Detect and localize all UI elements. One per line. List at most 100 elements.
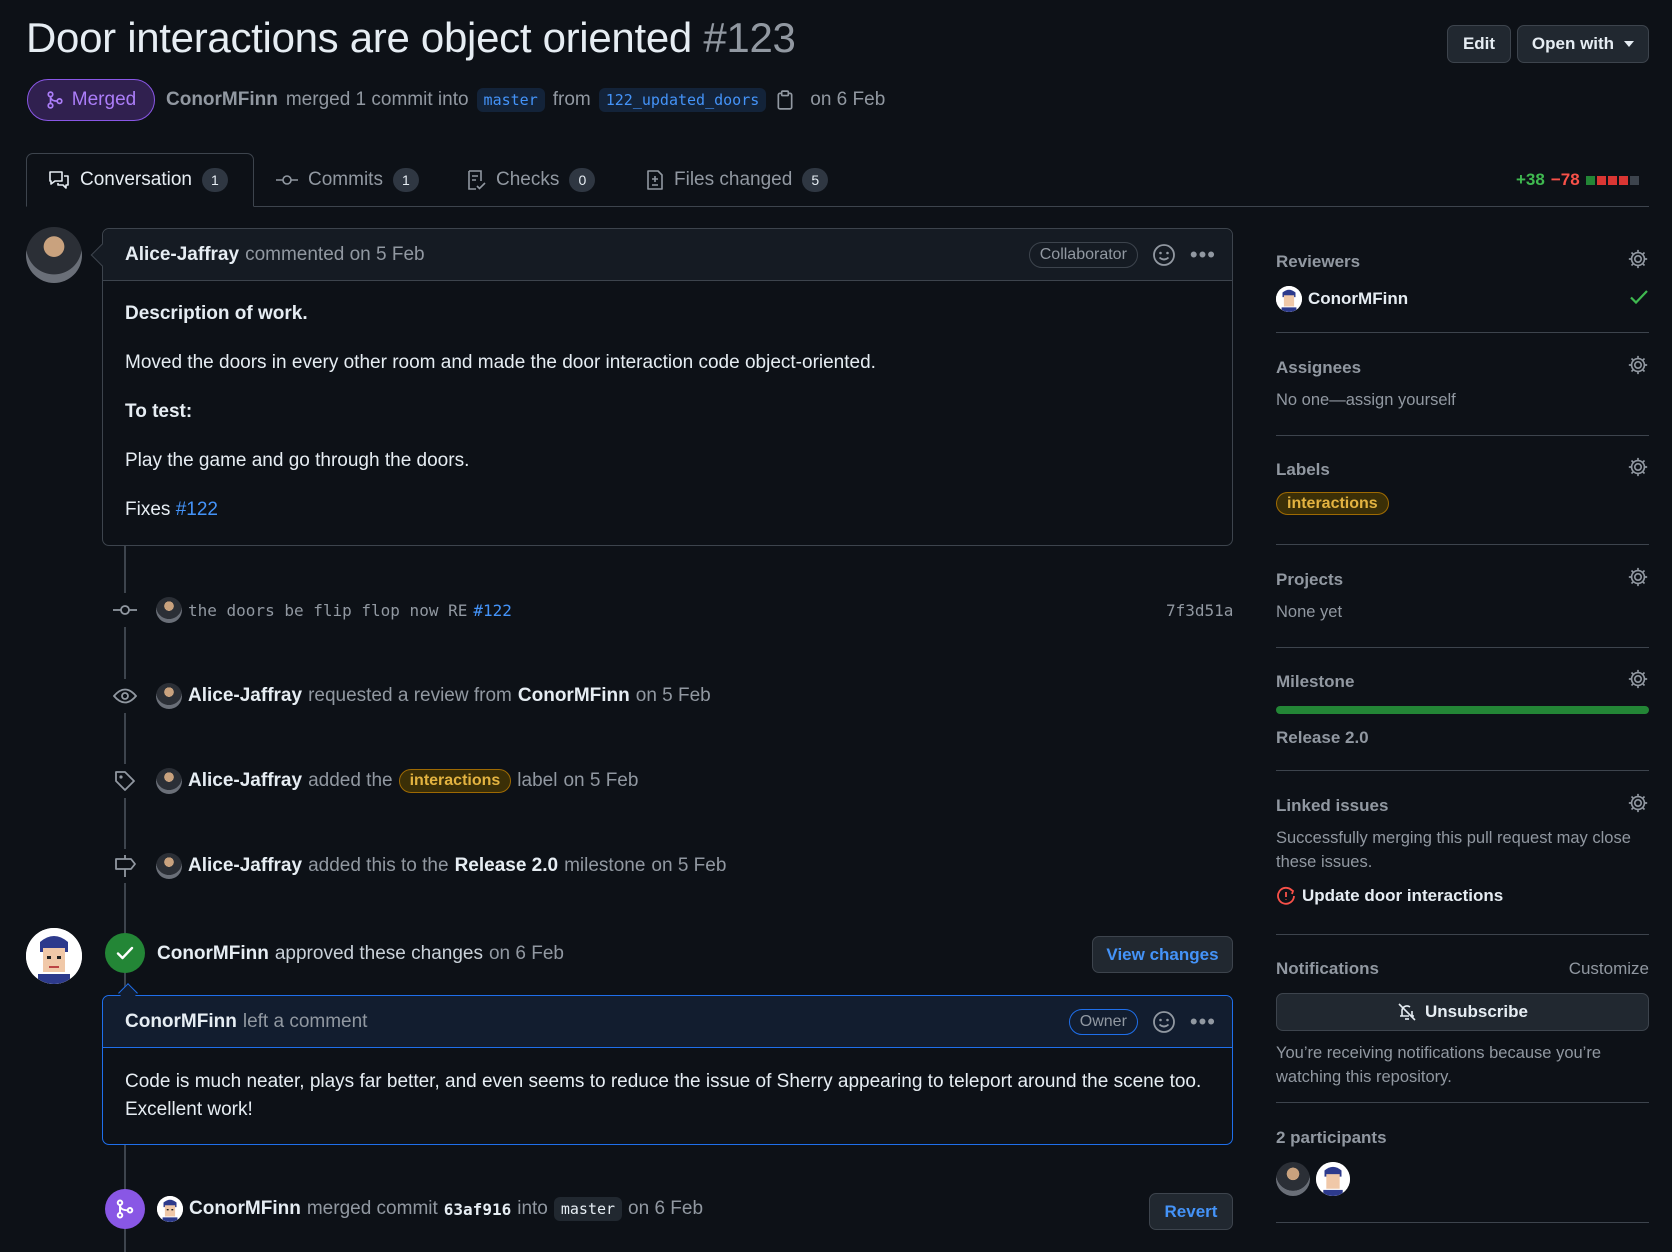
alice-avatar-small[interactable] bbox=[1276, 1162, 1310, 1196]
sidebar-linked-issues: Linked issues Successfully merging this … bbox=[1276, 793, 1649, 906]
kebab-menu-icon[interactable]: ••• bbox=[1190, 244, 1216, 266]
reviewers-title[interactable]: Reviewers bbox=[1276, 252, 1649, 272]
event-actor[interactable]: Alice-Jaffray bbox=[188, 770, 302, 792]
kebab-menu-icon[interactable]: ••• bbox=[1190, 1011, 1216, 1033]
gear-icon[interactable] bbox=[1627, 248, 1649, 270]
sidebar-divider bbox=[1276, 544, 1649, 545]
customize-link[interactable]: Customize bbox=[1569, 959, 1649, 979]
linked-issue-title: Update door interactions bbox=[1302, 886, 1504, 905]
smiley-icon[interactable] bbox=[1152, 1010, 1176, 1034]
assignees-title[interactable]: Assignees bbox=[1276, 358, 1649, 378]
tab-commits-count: 1 bbox=[392, 168, 419, 192]
alice-avatar-small[interactable] bbox=[156, 597, 182, 623]
sidebar-assignees: Assignees No one—assign yourself bbox=[1276, 355, 1649, 412]
first-comment-header: Alice-Jaffray commented on 5 Feb Collabo… bbox=[103, 229, 1232, 281]
head-branch[interactable]: 122_updated_doors bbox=[598, 88, 767, 112]
sidebar-divider bbox=[1276, 1102, 1649, 1103]
reviewer-row[interactable]: ConorMFinn bbox=[1276, 286, 1649, 312]
merge-commit-sha[interactable]: 63af916 bbox=[444, 1200, 511, 1219]
fixes-issue-link[interactable]: #122 bbox=[176, 499, 218, 520]
body-heading-description: Description of work. bbox=[125, 303, 308, 324]
gear-icon[interactable] bbox=[1627, 668, 1649, 690]
commit-ref-link[interactable]: #122 bbox=[473, 601, 512, 620]
alice-avatar-small[interactable] bbox=[156, 683, 182, 709]
assign-yourself-link[interactable]: No one—assign yourself bbox=[1276, 388, 1649, 412]
linked-issues-text: Successfully merging this pull request m… bbox=[1276, 829, 1631, 871]
event-target[interactable]: ConorMFinn bbox=[518, 685, 630, 707]
file-diff-icon bbox=[647, 170, 663, 190]
event-text: requested a review from bbox=[308, 685, 512, 706]
tab-conversation[interactable]: Conversation 1 bbox=[48, 168, 228, 192]
timeline-line bbox=[124, 545, 126, 1252]
approval-event: ConorMFinn approved these changes on 6 F… bbox=[157, 943, 564, 965]
gear-icon[interactable] bbox=[1627, 792, 1649, 814]
tab-files-changed-count: 5 bbox=[802, 168, 829, 192]
projects-title[interactable]: Projects bbox=[1276, 570, 1649, 590]
event-actor[interactable]: ConorMFinn bbox=[157, 943, 269, 965]
sidebar-reviewers: Reviewers ConorMFinn bbox=[1276, 249, 1649, 312]
reviewer-name: ConorMFinn bbox=[1308, 289, 1409, 308]
alice-avatar-small[interactable] bbox=[156, 768, 182, 794]
sidebar-participants: 2 participants bbox=[1276, 1128, 1649, 1196]
base-branch[interactable]: master bbox=[476, 88, 545, 112]
tab-conversation-count: 1 bbox=[201, 168, 228, 192]
review-comment: ConorMFinn left a comment Owner ••• Code… bbox=[102, 983, 1233, 1145]
tab-checks-count: 0 bbox=[569, 168, 596, 192]
view-changes-button[interactable]: View changes bbox=[1092, 936, 1233, 973]
sidebar-notifications: Notifications Customize Unsubscribe You’… bbox=[1276, 959, 1649, 1089]
alice-avatar-small[interactable] bbox=[156, 853, 182, 879]
bell-slash-icon bbox=[1398, 1003, 1416, 1021]
interactions-label[interactable]: interactions bbox=[1276, 492, 1389, 515]
conor-avatar-small[interactable] bbox=[1316, 1162, 1350, 1196]
fixes-text: Fixes bbox=[125, 499, 171, 520]
linked-issue-row[interactable]: Update door interactions bbox=[1276, 886, 1649, 906]
tab-files-changed[interactable]: Files changed 5 bbox=[646, 168, 829, 192]
pr-author-link[interactable]: ConorMFinn bbox=[166, 89, 278, 111]
event-actor[interactable]: Alice-Jaffray bbox=[188, 685, 302, 707]
linked-issues-title[interactable]: Linked issues bbox=[1276, 796, 1649, 816]
event-suffix: milestone bbox=[564, 855, 646, 876]
gear-icon[interactable] bbox=[1627, 456, 1649, 478]
open-with-button[interactable]: Open with bbox=[1517, 25, 1649, 63]
event-date: on 5 Feb bbox=[563, 770, 639, 791]
unsubscribe-button[interactable]: Unsubscribe bbox=[1276, 993, 1649, 1031]
commit-message[interactable]: the doors be flip flop now RE bbox=[188, 601, 467, 620]
comment-author[interactable]: Alice-Jaffray bbox=[125, 244, 239, 266]
alice-avatar[interactable] bbox=[26, 227, 82, 283]
tab-commits[interactable]: Commits 1 bbox=[276, 168, 419, 192]
event-actor[interactable]: Alice-Jaffray bbox=[188, 855, 302, 877]
conor-avatar-small[interactable] bbox=[157, 1196, 183, 1222]
event-date: on 6 Feb bbox=[488, 943, 564, 964]
interactions-label[interactable]: interactions bbox=[398, 769, 512, 793]
milestone-link[interactable]: Release 2.0 bbox=[455, 855, 559, 877]
sidebar-divider bbox=[1276, 934, 1649, 935]
checklist-icon bbox=[468, 170, 486, 190]
copy-icon[interactable] bbox=[776, 90, 794, 110]
edit-button[interactable]: Edit bbox=[1447, 25, 1511, 63]
comment-author[interactable]: ConorMFinn bbox=[125, 1011, 237, 1033]
smiley-icon[interactable] bbox=[1152, 243, 1176, 267]
milestone-title[interactable]: Milestone bbox=[1276, 672, 1649, 692]
diffstat-additions: +38 bbox=[1516, 170, 1545, 189]
diffstat-deletions: −78 bbox=[1550, 170, 1580, 189]
check-icon bbox=[1630, 290, 1648, 305]
gear-icon[interactable] bbox=[1627, 566, 1649, 588]
commit-icon bbox=[276, 175, 298, 185]
review-request-event: Alice-Jaffray requested a review from Co… bbox=[108, 679, 711, 713]
milestone-name[interactable]: Release 2.0 bbox=[1276, 728, 1649, 748]
commit-sha[interactable]: 7f3d51a bbox=[1166, 601, 1233, 620]
gear-icon[interactable] bbox=[1627, 354, 1649, 376]
revert-button[interactable]: Revert bbox=[1149, 1193, 1233, 1230]
tab-checks[interactable]: Checks 0 bbox=[466, 168, 596, 192]
commit-icon bbox=[108, 593, 142, 627]
event-suffix: label bbox=[517, 770, 558, 791]
milestone-progress-fill bbox=[1276, 706, 1649, 714]
labels-title[interactable]: Labels bbox=[1276, 460, 1649, 480]
open-with-label: Open with bbox=[1531, 34, 1615, 53]
conor-avatar[interactable] bbox=[26, 928, 82, 984]
comment-action: commented on 5 Feb bbox=[245, 243, 425, 265]
collaborator-badge: Collaborator bbox=[1028, 242, 1138, 268]
first-comment: Alice-Jaffray commented on 5 Feb Collabo… bbox=[90, 228, 1233, 546]
merge-branch[interactable]: master bbox=[553, 1197, 623, 1221]
event-actor[interactable]: ConorMFinn bbox=[189, 1198, 301, 1220]
